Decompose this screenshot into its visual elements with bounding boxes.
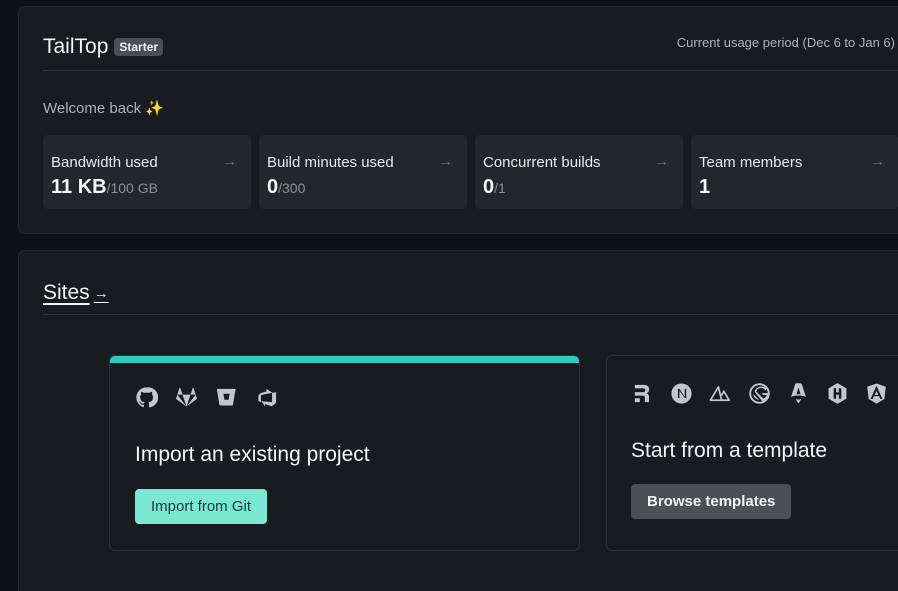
stat-card-build-minutes[interactable]: Build minutes used → 0/300 <box>259 135 467 209</box>
stat-amount: 0 <box>483 176 495 198</box>
stat-card-team-members[interactable]: Team members → 1 <box>691 135 898 209</box>
stat-label: Bandwidth used <box>51 154 158 171</box>
framework-icons <box>631 382 888 405</box>
gatsby-icon <box>749 383 770 404</box>
remix-icon <box>634 384 650 403</box>
stat-limit: /300 <box>278 180 306 196</box>
template-card: Start from a template Browse templates <box>606 355 898 551</box>
card-accent-bar <box>110 356 579 363</box>
astro-icon <box>791 383 806 404</box>
stat-limit: /100 GB <box>106 180 158 196</box>
arrow-right-icon: → <box>93 284 109 302</box>
stat-label: Build minutes used <box>267 154 394 171</box>
usage-stats: Bandwidth used → 11 KB/100 GB Build minu… <box>43 135 898 209</box>
stat-value: 0/1 <box>483 176 675 199</box>
gitlab-icon <box>176 387 197 407</box>
stat-label: Team members <box>699 154 803 171</box>
welcome-message: Welcome back ✨ <box>43 99 164 117</box>
azure-devops-icon <box>258 388 277 407</box>
import-from-git-button[interactable]: Import from Git <box>135 489 268 524</box>
git-provider-icons <box>135 386 278 409</box>
header-divider <box>43 70 898 71</box>
plan-badge: Starter <box>114 38 164 56</box>
team-overview-panel: TailTop Starter Current usage period (De… <box>18 6 898 234</box>
stat-value: 1 <box>699 176 891 199</box>
stat-value: 0/300 <box>267 176 459 199</box>
browse-templates-button[interactable]: Browse templates <box>631 484 792 519</box>
usage-period-text: Current usage period (Dec 6 to Jan 6) <box>676 35 895 50</box>
stat-card-concurrent-builds[interactable]: Concurrent builds → 0/1 <box>475 135 683 209</box>
arrow-right-icon: → <box>870 153 885 170</box>
import-project-card: Import an existing project Import from G… <box>109 355 580 551</box>
arrow-right-icon: → <box>222 153 237 170</box>
stat-card-bandwidth[interactable]: Bandwidth used → 11 KB/100 GB <box>43 135 251 209</box>
stat-limit: /1 <box>494 180 506 196</box>
nextjs-icon <box>671 383 692 404</box>
stat-value: 11 KB/100 GB <box>51 176 243 199</box>
nuxt-icon <box>709 386 730 402</box>
sites-title: Sites <box>43 281 90 304</box>
arrow-right-icon: → <box>654 153 669 170</box>
sites-link[interactable]: Sites → <box>43 281 109 305</box>
team-header: TailTop Starter <box>43 35 164 59</box>
stat-amount: 11 KB <box>51 176 107 198</box>
stat-amount: 1 <box>699 176 711 198</box>
welcome-text: Welcome back <box>43 100 142 117</box>
import-card-title: Import an existing project <box>135 443 370 466</box>
team-name[interactable]: TailTop <box>43 35 108 59</box>
angular-icon <box>867 383 886 404</box>
bitbucket-icon <box>216 388 236 406</box>
sites-divider <box>43 314 898 315</box>
hugo-icon <box>828 383 847 404</box>
arrow-right-icon: → <box>438 153 453 170</box>
sites-panel: Sites → Import an existing project Import… <box>18 250 898 591</box>
stat-amount: 0 <box>267 176 279 198</box>
template-card-title: Start from a template <box>631 439 828 462</box>
stat-label: Concurrent builds <box>483 154 601 171</box>
sparkles-icon: ✨ <box>145 100 164 117</box>
github-icon <box>136 387 158 408</box>
